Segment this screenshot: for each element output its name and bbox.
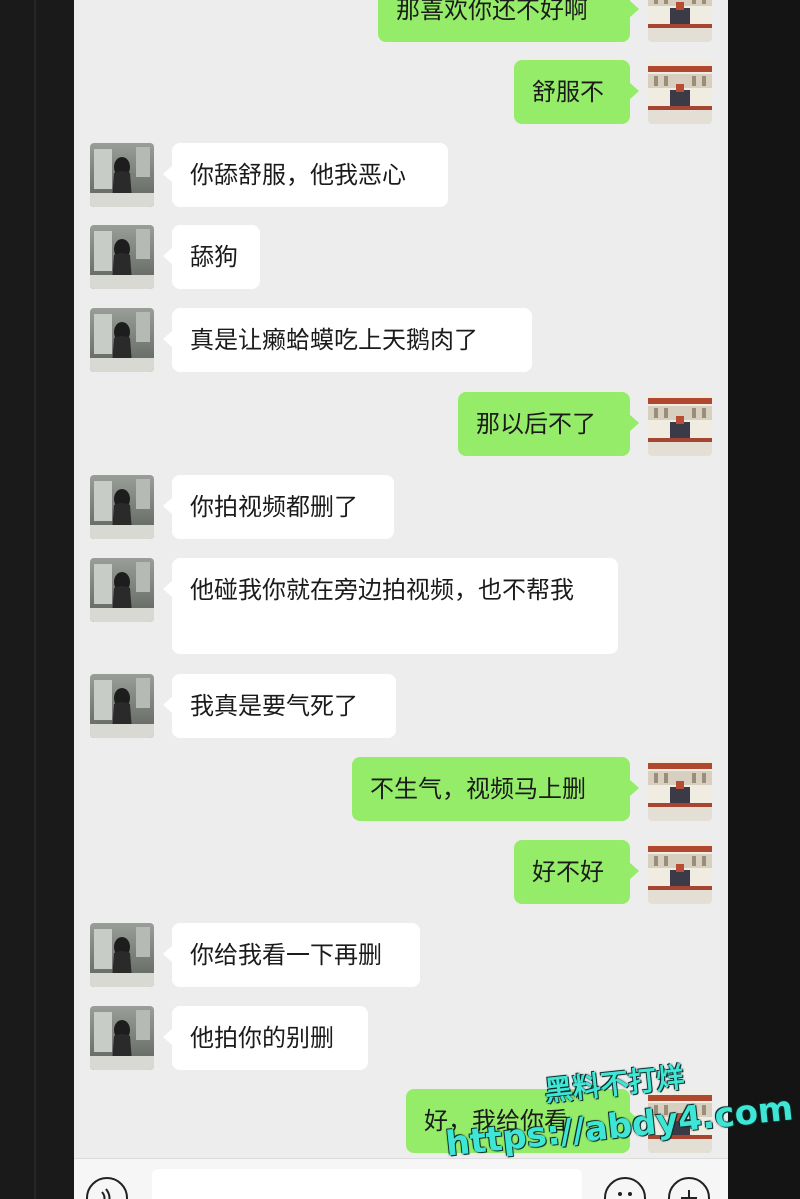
plus-icon[interactable]	[668, 1177, 710, 1199]
outgoing-message: 舒服不	[74, 60, 728, 124]
message-bubble[interactable]: 你舔舒服，他我恶心	[163, 143, 448, 207]
contact-avatar[interactable]	[90, 143, 154, 207]
incoming-message: 你给我看一下再删	[74, 923, 728, 987]
contact-avatar[interactable]	[90, 1006, 154, 1070]
my-avatar[interactable]	[648, 757, 712, 821]
left-background	[0, 0, 74, 1199]
emoji-icon[interactable]	[604, 1177, 646, 1199]
incoming-message: 我真是要气死了	[74, 674, 728, 738]
message-bubble[interactable]: 你给我看一下再删	[163, 923, 420, 987]
message-bubble[interactable]: 我真是要气死了	[163, 674, 396, 738]
outgoing-message: 不生气，视频马上删	[74, 757, 728, 821]
my-avatar[interactable]	[648, 840, 712, 904]
outgoing-message: 那以后不了	[74, 392, 728, 456]
outgoing-message: 那喜欢你还不好啊	[74, 0, 728, 42]
contact-avatar[interactable]	[90, 674, 154, 738]
message-bubble[interactable]: 他拍你的别删	[163, 1006, 368, 1070]
chat-screen: 那喜欢你还不好啊 舒服不 你舔舒服，他我恶心 舔狗 真是让癞蛤蟆吃上天鹅肉了 那…	[74, 0, 728, 1199]
outgoing-message: 好不好	[74, 840, 728, 904]
contact-avatar[interactable]	[90, 308, 154, 372]
message-bubble[interactable]: 你拍视频都删了	[163, 475, 394, 539]
message-bubble[interactable]: 那以后不了	[458, 392, 639, 456]
incoming-message: 你舔舒服，他我恶心	[74, 143, 728, 207]
incoming-message: 你拍视频都删了	[74, 475, 728, 539]
contact-avatar[interactable]	[90, 475, 154, 539]
contact-avatar[interactable]	[90, 558, 154, 622]
my-avatar[interactable]	[648, 0, 712, 42]
message-bubble[interactable]: 那喜欢你还不好啊	[378, 0, 639, 42]
right-background	[728, 0, 800, 1199]
message-bubble[interactable]: 真是让癞蛤蟆吃上天鹅肉了	[163, 308, 532, 372]
my-avatar[interactable]	[648, 60, 712, 124]
incoming-message: 他碰我你就在旁边拍视频，也不帮我	[74, 558, 728, 654]
my-avatar[interactable]	[648, 392, 712, 456]
incoming-message: 真是让癞蛤蟆吃上天鹅肉了	[74, 308, 728, 372]
message-bubble[interactable]: 不生气，视频马上删	[352, 757, 639, 821]
message-bubble[interactable]: 好不好	[514, 840, 639, 904]
message-bubble[interactable]: 舔狗	[163, 225, 260, 289]
message-bubble[interactable]: 他碰我你就在旁边拍视频，也不帮我	[163, 558, 618, 654]
message-bubble[interactable]: 舒服不	[514, 60, 639, 124]
incoming-message: 舔狗	[74, 225, 728, 289]
contact-avatar[interactable]	[90, 923, 154, 987]
voice-icon[interactable]	[86, 1177, 128, 1199]
contact-avatar[interactable]	[90, 225, 154, 289]
